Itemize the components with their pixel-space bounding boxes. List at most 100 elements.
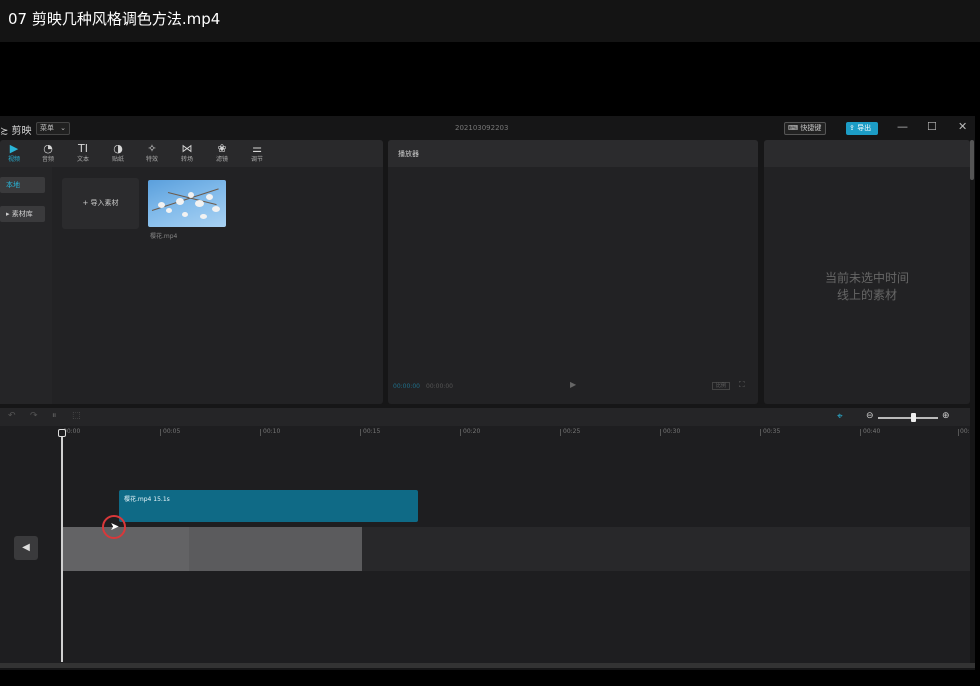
project-name: 202103092203	[455, 124, 509, 132]
total-timecode: 00:00:00	[426, 383, 453, 390]
tool-label: 贴纸	[111, 156, 124, 163]
inspector-panel: 当前未选中时间 线上的素材	[764, 140, 970, 404]
undo-icon[interactable]: ↶	[8, 411, 16, 421]
shortcut-button[interactable]: ⌨ 快捷键	[784, 122, 826, 135]
player-header: 播放器	[388, 140, 758, 167]
filter-icon: ❀	[217, 142, 227, 155]
tool-label: 文本	[76, 156, 89, 163]
ruler-tick-label: 00:35	[763, 428, 781, 435]
ruler-tick-label: 00:10	[263, 428, 281, 435]
horizontal-scrollbar[interactable]	[0, 663, 975, 668]
tool-sticker[interactable]: ◑ 贴纸	[104, 142, 132, 164]
timeline-ruler[interactable]: 00:00 00:05 00:10 00:15 00:20 00:25 00:3…	[60, 426, 970, 438]
ruler-tick-label: 00:40	[863, 428, 881, 435]
track-audio-toggle[interactable]: ◀	[14, 536, 38, 560]
ratio-button[interactable]: 比例	[712, 382, 730, 390]
tool-effects[interactable]: ✧ 特效	[138, 142, 166, 164]
empty-line-2: 线上的素材	[836, 288, 897, 302]
audio-icon: ◔	[43, 142, 53, 155]
play-icon[interactable]: ▶	[570, 380, 576, 389]
zoom-in-icon[interactable]: ⊕	[942, 411, 950, 421]
tool-video[interactable]: ▶ 视频	[0, 142, 28, 164]
playhead-handle[interactable]	[58, 429, 66, 437]
thumb-blossom	[212, 206, 220, 212]
sidebar-item-local[interactable]: 本地	[0, 177, 45, 193]
ruler-tick-label: 00:05	[163, 428, 181, 435]
split-icon[interactable]: ⏸	[52, 411, 57, 421]
close-button[interactable]: ✕	[958, 120, 967, 133]
chevron-down-icon: ⌄	[60, 124, 66, 132]
adjust-icon: ⚌	[252, 142, 262, 155]
inspector-header	[764, 140, 970, 167]
ruler-tick	[560, 429, 561, 436]
empty-line-1: 当前未选中时间	[824, 271, 909, 285]
zoom-slider-handle[interactable]	[911, 413, 916, 422]
ruler-tick	[160, 429, 161, 436]
redo-icon[interactable]: ↷	[30, 411, 38, 421]
menu-label: 菜单	[40, 124, 54, 132]
maximize-button[interactable]: ☐	[927, 120, 937, 133]
current-timecode: 00:00:00	[393, 383, 420, 390]
ruler-tick	[860, 429, 861, 436]
ruler-tick	[360, 429, 361, 436]
media-sidebar: 本地 ▸ 素材库	[0, 167, 52, 404]
media-toolbar: ▶ 视频 ◔ 音频 TI 文本 ◑ 贴纸 ✧ 特效 ⋈ 转场 ❀ 滤镜 ⚌ 调节	[0, 140, 383, 167]
player-title: 播放器	[398, 150, 419, 158]
video-clip-overlay[interactable]: 樱花.mp4 15.1s	[119, 490, 418, 522]
app-logo: ≿ 剪映	[0, 126, 32, 137]
video-icon: ▶	[9, 142, 19, 155]
ruler-tick-label: 00:30	[663, 428, 681, 435]
tool-filter[interactable]: ❀ 滤镜	[208, 142, 236, 164]
clip-label: 樱花.mp4 15.1s	[124, 496, 170, 503]
fullscreen-icon[interactable]: ⛶	[739, 380, 745, 390]
tool-label: 音频	[41, 156, 54, 163]
effects-icon: ✧	[147, 142, 157, 155]
timeline-toolbar: ↶ ↷ ⏸ ⬚ ⌖ ⊖ ⊕	[0, 408, 970, 426]
playhead[interactable]	[61, 430, 63, 662]
ruler-tick	[660, 429, 661, 436]
ruler-tick-label: 00:25	[563, 428, 581, 435]
ruler-tick	[460, 429, 461, 436]
tool-label: 调节	[250, 156, 263, 163]
sticker-icon: ◑	[113, 142, 123, 155]
zoom-slider[interactable]	[878, 417, 938, 419]
tool-label: 视频	[7, 156, 20, 163]
media-thumbnail[interactable]	[148, 180, 226, 227]
app-window: ≿ 剪映 菜单 ⌄ 202103092203 ⌨ 快捷键 ⇪ 导出 — ☐ ✕ …	[0, 116, 975, 670]
tool-label: 特效	[145, 156, 158, 163]
export-button[interactable]: ⇪ 导出	[846, 122, 878, 135]
video-title-bar: 07 剪映几种风格调色方法.mp4	[0, 0, 980, 42]
tool-adjust[interactable]: ⚌ 调节	[243, 142, 271, 164]
tool-transition[interactable]: ⋈ 转场	[173, 142, 201, 164]
zoom-out-icon[interactable]: ⊖	[866, 411, 874, 421]
transition-icon: ⋈	[181, 142, 193, 155]
video-title: 07 剪映几种风格调色方法.mp4	[8, 10, 221, 28]
ruler-tick-label: 00:15	[363, 428, 381, 435]
thumb-blossom	[176, 198, 184, 205]
media-file-name: 樱花.mp4	[150, 233, 178, 240]
app-titlebar: ≿ 剪映 菜单 ⌄ 202103092203 ⌨ 快捷键 ⇪ 导出 — ☐ ✕	[0, 116, 975, 140]
thumb-blossom	[166, 208, 172, 213]
tool-audio[interactable]: ◔ 音频	[34, 142, 62, 164]
menu-button[interactable]: 菜单 ⌄	[36, 122, 70, 135]
main-clip-segment	[62, 527, 189, 571]
thumb-blossom	[188, 192, 194, 198]
mouse-cursor-icon: ➤	[110, 520, 120, 533]
minimize-button[interactable]: —	[897, 120, 908, 133]
sidebar-item-library[interactable]: ▸ 素材库	[0, 206, 45, 222]
import-media-button[interactable]: + 导入素材	[62, 178, 139, 229]
thumb-blossom	[206, 194, 213, 200]
tool-label: 滤镜	[215, 156, 228, 163]
tool-label: 转场	[180, 156, 193, 163]
ruler-tick	[760, 429, 761, 436]
media-panel: ▶ 视频 ◔ 音频 TI 文本 ◑ 贴纸 ✧ 特效 ⋈ 转场 ❀ 滤镜 ⚌ 调节…	[0, 140, 383, 404]
thumb-blossom	[200, 214, 207, 219]
ruler-tick	[260, 429, 261, 436]
text-icon: TI	[78, 142, 88, 155]
inspector-scrollbar[interactable]	[970, 140, 974, 180]
tool-text[interactable]: TI 文本	[69, 142, 97, 164]
delete-icon[interactable]: ⬚	[72, 411, 81, 421]
screen-root: 07 剪映几种风格调色方法.mp4 ≿ 剪映 菜单 ⌄ 202103092203…	[0, 0, 980, 686]
thumb-blossom	[158, 202, 165, 208]
snap-icon[interactable]: ⌖	[837, 411, 843, 422]
